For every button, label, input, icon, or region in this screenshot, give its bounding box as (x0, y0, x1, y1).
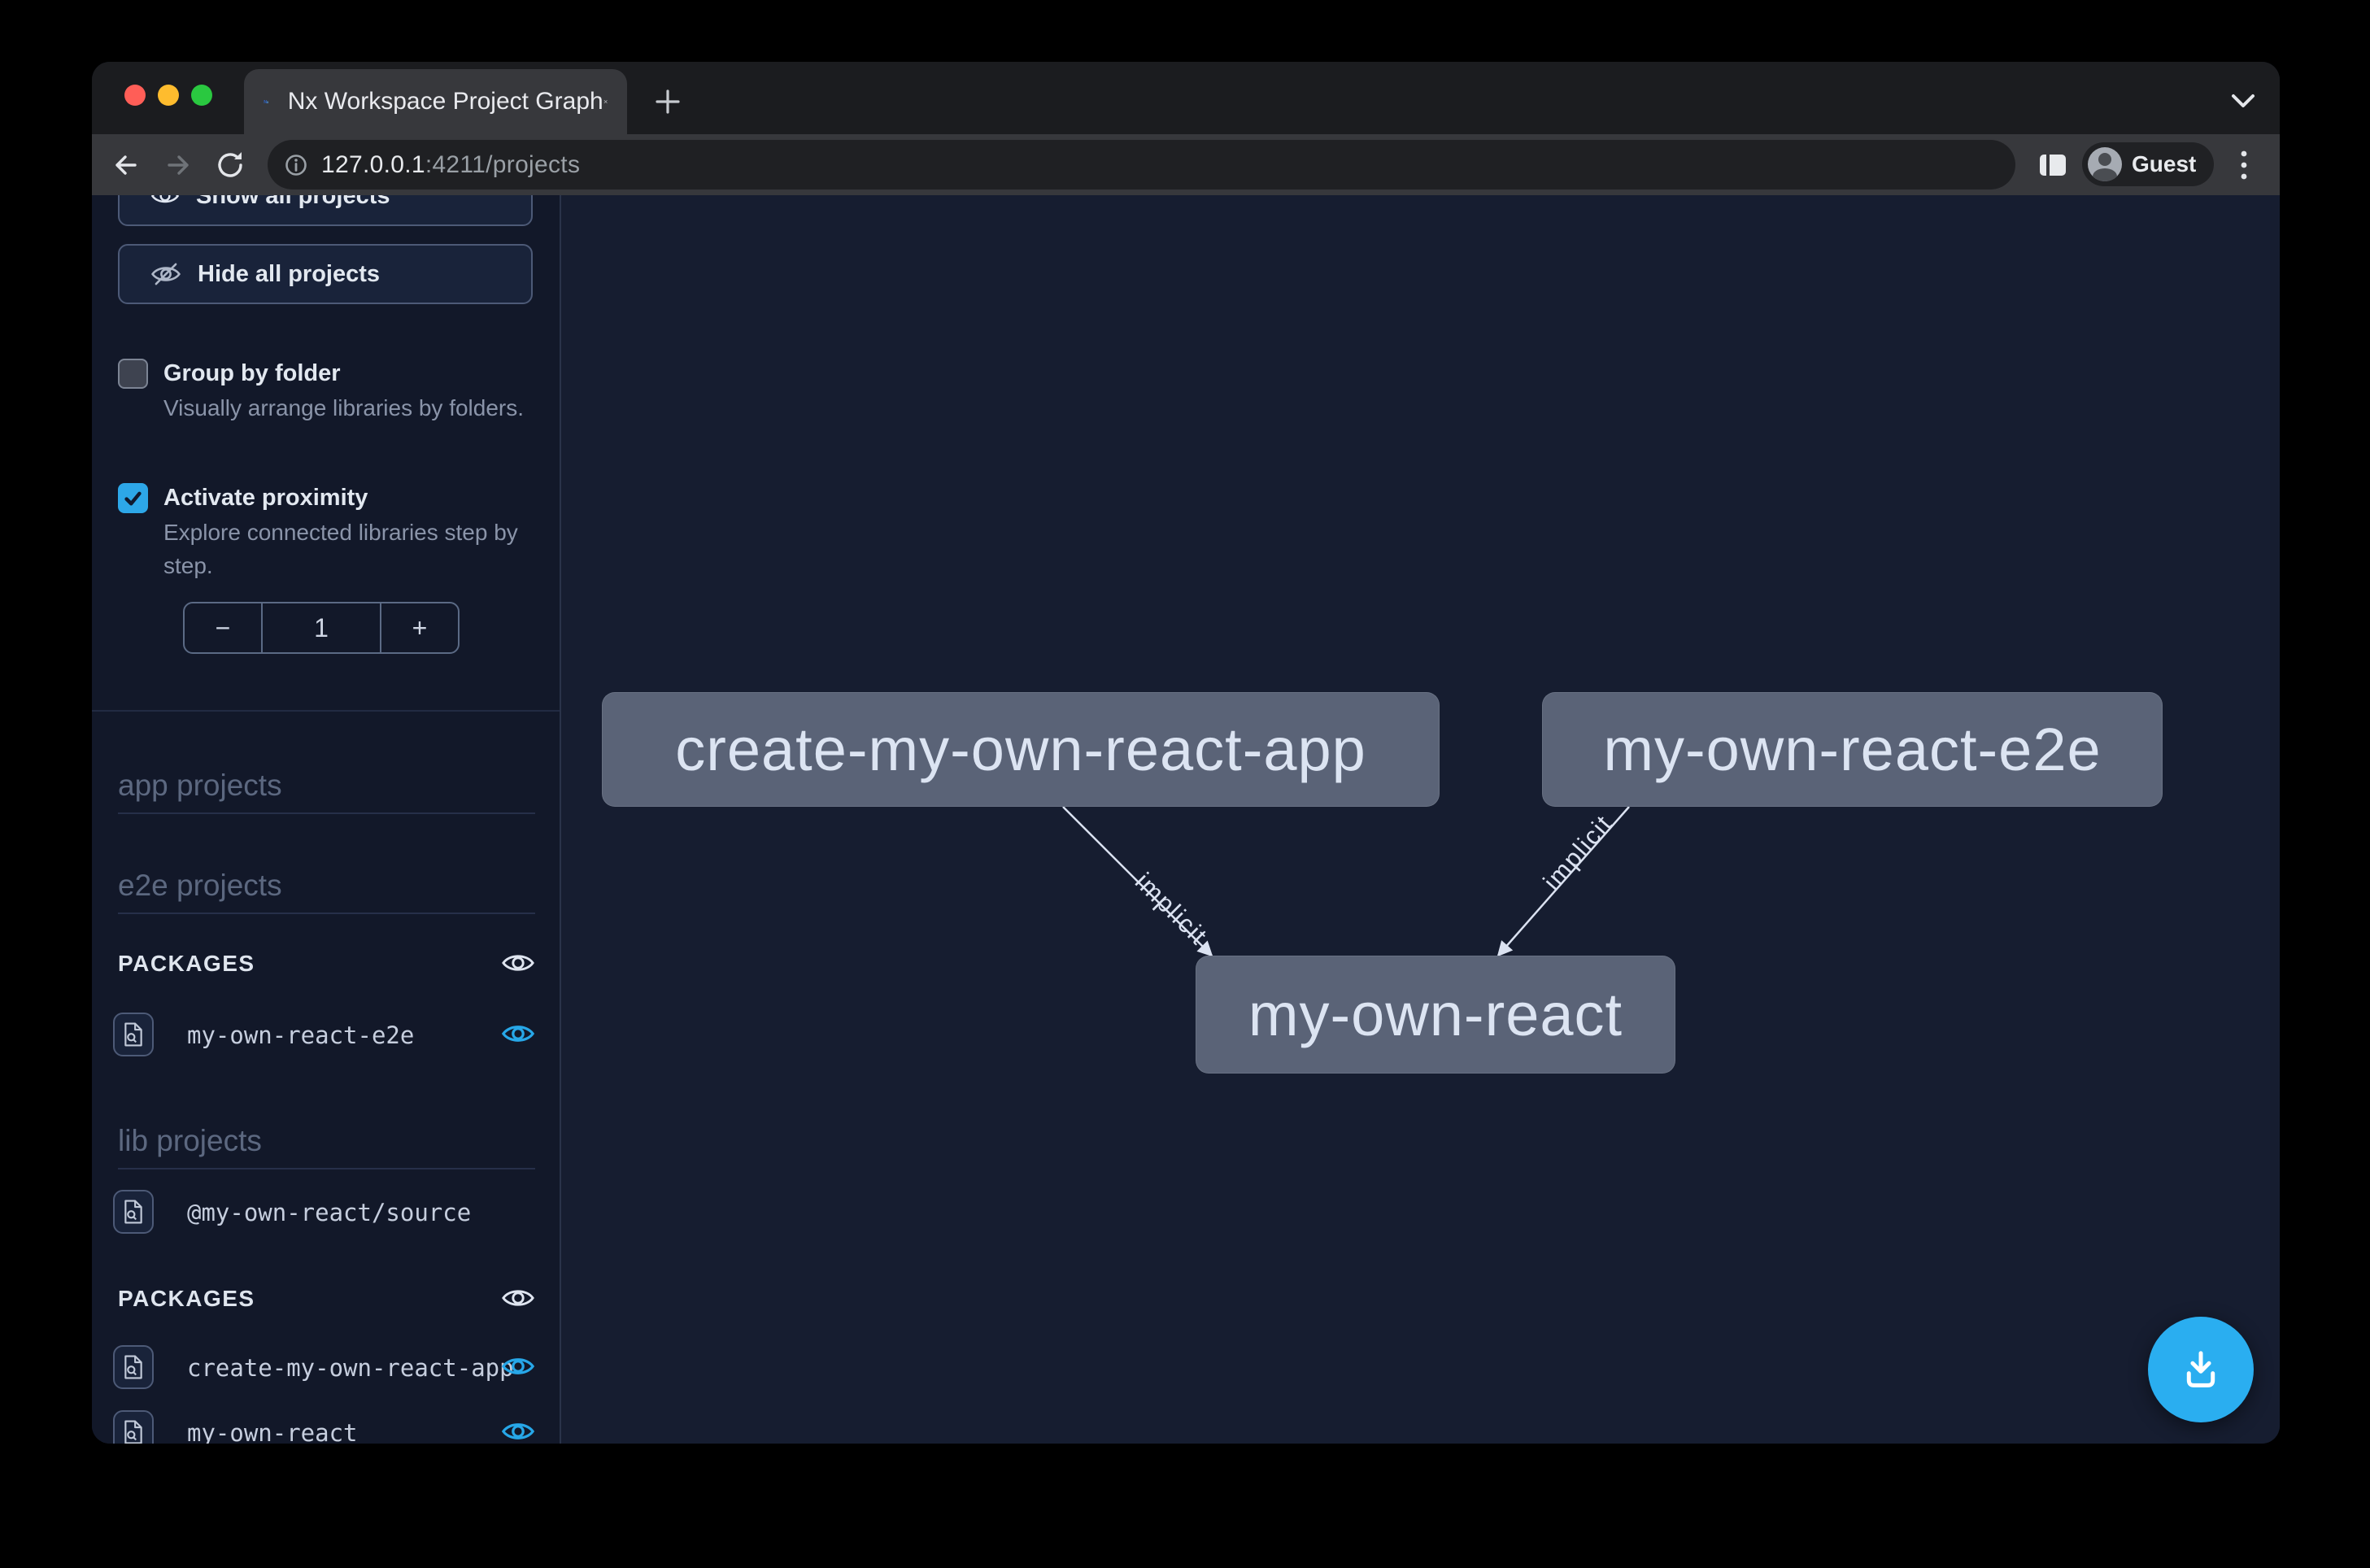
side-panel-icon (2038, 151, 2067, 179)
project-detail-button[interactable] (113, 1410, 154, 1444)
project-visibility-icon[interactable] (501, 1021, 535, 1046)
option-group-by-folder: Group by folder Visually arrange librari… (118, 355, 529, 425)
avatar (2088, 147, 2122, 181)
browser-tab[interactable]: N x Nx Workspace Project Graph (244, 69, 627, 134)
option-description: Explore connected libraries step by step… (163, 516, 549, 582)
tab-title: Nx Workspace Project Graph (288, 88, 603, 115)
section-header-app-projects: app projects (118, 769, 535, 814)
back-arrow-icon (110, 149, 142, 181)
reload-icon (214, 149, 246, 181)
url-text: 127.0.0.1:4211/projects (321, 151, 580, 179)
proximity-stepper: − 1 + (183, 602, 460, 654)
tab-close-icon[interactable] (603, 91, 608, 112)
option-label: Group by folder (163, 355, 529, 391)
project-list-item[interactable]: create-my-own-react-app (113, 1345, 535, 1392)
download-graph-button[interactable] (2148, 1317, 2254, 1422)
graph-node-my-own-react[interactable]: my-own-react (1196, 956, 1675, 1074)
profile-button[interactable]: Guest (2082, 142, 2214, 186)
browser-window: N x Nx Workspace Project Graph (92, 62, 2280, 1444)
project-detail-button[interactable] (113, 1013, 154, 1056)
section-header-lib-projects: lib projects (118, 1124, 535, 1169)
macos-minimize-button[interactable] (158, 85, 179, 106)
packages-group-lib: PACKAGES (118, 1283, 535, 1318)
new-tab-button[interactable] (650, 84, 686, 120)
check-icon (122, 487, 144, 509)
project-list-item[interactable]: @my-own-react/source (113, 1190, 535, 1237)
svg-text:x: x (267, 100, 269, 104)
project-list-item[interactable]: my-own-react-e2e (113, 1013, 535, 1060)
hide-all-projects-button[interactable]: Hide all projects (118, 244, 533, 304)
project-name: create-my-own-react-app (187, 1354, 514, 1382)
project-visibility-icon[interactable] (501, 1354, 535, 1379)
url-host: 127.0.0.1 (321, 151, 425, 178)
project-name: @my-own-react/source (187, 1199, 471, 1226)
sidebar: Show all projects Hide all projects Grou… (92, 195, 561, 1444)
toggle-all-visibility-icon[interactable] (501, 951, 535, 975)
kebab-menu-icon (2239, 147, 2249, 183)
nx-favicon-icon: N x (264, 86, 270, 117)
browser-menu-button[interactable] (2227, 148, 2261, 182)
eye-icon (150, 195, 180, 207)
macos-close-button[interactable] (124, 85, 146, 106)
svg-text:N: N (264, 100, 267, 105)
project-visibility-icon[interactable] (501, 1419, 535, 1444)
plus-icon (654, 88, 682, 115)
packages-label: PACKAGES (118, 951, 255, 976)
project-file-icon (123, 1420, 144, 1444)
side-panel-button[interactable] (2036, 148, 2070, 182)
stepper-increment-button[interactable]: + (380, 603, 458, 652)
browser-toolbar: 127.0.0.1:4211/projects Guest (92, 134, 2280, 195)
show-all-projects-button[interactable]: Show all projects (118, 195, 533, 226)
project-detail-button[interactable] (113, 1190, 154, 1234)
tab-search-button[interactable] (2224, 85, 2262, 117)
project-file-icon (123, 1200, 144, 1224)
project-file-icon (123, 1022, 144, 1047)
macos-maximize-button[interactable] (191, 85, 212, 106)
forward-arrow-icon (162, 149, 194, 181)
eye-off-icon (150, 261, 181, 287)
packages-group-e2e: PACKAGES (118, 947, 535, 983)
profile-label: Guest (2132, 151, 2196, 177)
sidebar-divider (92, 710, 561, 712)
option-label: Activate proximity (163, 480, 529, 516)
chevron-down-icon (2230, 93, 2256, 109)
activate-proximity-checkbox[interactable] (118, 483, 148, 513)
section-header-e2e-projects: e2e projects (118, 869, 535, 914)
graph-edge-label: implicit (1130, 867, 1213, 951)
stepper-decrement-button[interactable]: − (185, 603, 263, 652)
graph-canvas[interactable]: implicit implicit create-my-own-react-app… (561, 195, 2280, 1444)
hide-all-projects-label: Hide all projects (198, 261, 380, 288)
page-content: Show all projects Hide all projects Grou… (92, 195, 2280, 1444)
graph-node-my-own-react-e2e[interactable]: my-own-react-e2e (1542, 692, 2163, 807)
stepper-value: 1 (263, 603, 380, 652)
forward-button[interactable] (161, 148, 195, 182)
toggle-all-visibility-icon[interactable] (501, 1286, 535, 1310)
project-list-item[interactable]: my-own-react (113, 1410, 535, 1444)
browser-tabstrip: N x Nx Workspace Project Graph (92, 62, 2280, 134)
project-name: my-own-react-e2e (187, 1021, 414, 1049)
site-info-icon[interactable] (282, 151, 310, 179)
url-path: :4211/projects (425, 151, 580, 178)
graph-edges: implicit implicit (561, 195, 2280, 1444)
graph-node-create-my-own-react-app[interactable]: create-my-own-react-app (602, 692, 1440, 807)
option-description: Visually arrange libraries by folders. (163, 391, 549, 425)
packages-label: PACKAGES (118, 1286, 255, 1311)
screenshot-root: N x Nx Workspace Project Graph (0, 0, 2370, 1568)
project-file-icon (123, 1355, 144, 1379)
show-all-projects-label: Show all projects (196, 195, 390, 210)
group-by-folder-checkbox[interactable] (118, 359, 148, 389)
download-icon (2176, 1344, 2226, 1395)
reload-button[interactable] (213, 148, 247, 182)
project-name: my-own-react (187, 1419, 358, 1444)
option-activate-proximity: Activate proximity Explore connected lib… (118, 480, 529, 582)
project-detail-button[interactable] (113, 1345, 154, 1389)
address-bar[interactable]: 127.0.0.1:4211/projects (268, 140, 2015, 189)
back-button[interactable] (109, 148, 143, 182)
graph-edge-label: implicit (1538, 809, 1618, 896)
